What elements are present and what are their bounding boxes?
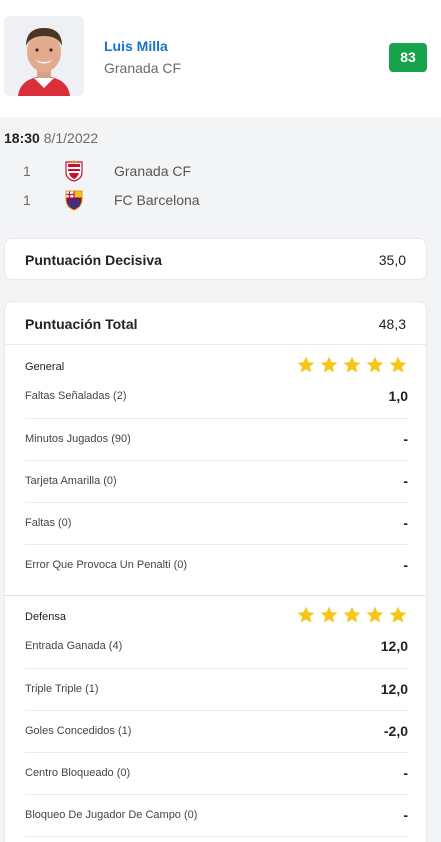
section-name: Defensa — [25, 611, 66, 623]
stat-row: Entrada Ganada (4) 12,0 — [25, 626, 408, 668]
stat-label: Bloqueo De Jugador De Campo (0) — [25, 809, 198, 821]
section-divider — [5, 595, 426, 596]
stat-value: - — [403, 515, 408, 531]
stat-value: -2,0 — [383, 723, 408, 739]
team-name: Granada CF — [114, 163, 192, 179]
stat-label: Centro Bloqueado (0) — [25, 767, 131, 779]
barcelona-crest-icon — [64, 189, 84, 211]
granada-crest-icon — [64, 160, 84, 182]
player-name[interactable]: Luis Milla — [104, 38, 168, 54]
stat-row-separator — [25, 836, 408, 842]
stat-row: Centro Bloqueado (0) - — [25, 752, 408, 794]
star-icon — [297, 356, 315, 373]
star-icon — [366, 606, 384, 623]
stat-value: - — [403, 473, 408, 489]
decisive-score-card: Puntuación Decisiva 35,0 — [4, 238, 427, 280]
star-icon — [297, 606, 315, 623]
decisive-score-value: 35,0 — [378, 252, 406, 268]
match-date: 8/1/2022 — [43, 130, 99, 146]
stat-label: Tarjeta Amarilla (0) — [25, 475, 117, 487]
star-icon — [389, 356, 407, 373]
stat-label: Goles Concedidos (1) — [25, 725, 132, 737]
stat-label: Triple Triple (1) — [25, 683, 99, 695]
star-icon — [343, 356, 361, 373]
stat-row: Bloqueo De Jugador De Campo (0) - — [25, 794, 408, 836]
section-stars — [296, 355, 408, 377]
stat-label: Entrada Ganada (4) — [25, 640, 123, 652]
stat-row: Triple Triple (1) 12,0 — [25, 668, 408, 710]
player-header: Luis Milla Granada CF 83 — [0, 0, 441, 117]
stat-value: 12,0 — [380, 681, 408, 697]
total-score-label: Puntuación Total — [25, 316, 138, 332]
stat-value: - — [403, 807, 408, 823]
player-team: Granada CF — [104, 60, 182, 76]
stat-value: - — [403, 431, 408, 447]
stat-row: Goles Concedidos (1) -2,0 — [25, 710, 408, 752]
stat-value: - — [403, 557, 408, 573]
star-icon — [320, 356, 338, 373]
star-icon — [366, 356, 384, 373]
total-score-card: Puntuación Total 48,3 General Faltas Señ… — [4, 301, 427, 842]
total-score-header: Puntuación Total 48,3 — [5, 302, 426, 345]
stat-row: Faltas Señaladas (2) 1,0 — [25, 376, 408, 418]
match-time: 18:30 — [4, 130, 40, 146]
stat-label: Faltas Señaladas (2) — [25, 390, 127, 402]
star-icon — [389, 606, 407, 623]
stat-label: Minutos Jugados (90) — [25, 433, 131, 445]
stat-label: Error Que Provoca Un Penalti (0) — [25, 559, 188, 571]
team-row-home[interactable]: 1 Granada CF — [0, 159, 441, 183]
star-icon — [343, 606, 361, 623]
star-icon — [320, 606, 338, 623]
match-datetime: 18:30 8/1/2022 — [4, 130, 98, 146]
stat-label: Faltas (0) — [25, 517, 72, 529]
stat-row: Faltas (0) - — [25, 502, 408, 544]
section-stars — [296, 605, 408, 627]
stat-value: 12,0 — [380, 638, 408, 654]
team-goals: 1 — [23, 192, 31, 208]
decisive-score-label: Puntuación Decisiva — [25, 252, 162, 268]
team-row-away[interactable]: 1 FC Barcelona — [0, 188, 441, 212]
stat-value: - — [403, 765, 408, 781]
rating-badge: 83 — [389, 43, 427, 72]
team-goals: 1 — [23, 163, 31, 179]
section-name: General — [25, 361, 65, 373]
total-score-value: 48,3 — [378, 316, 406, 332]
stat-row: Tarjeta Amarilla (0) - — [25, 460, 408, 502]
stat-row: Minutos Jugados (90) - — [25, 418, 408, 460]
stat-row: Error Que Provoca Un Penalti (0) - — [25, 544, 408, 586]
stat-value: 1,0 — [388, 388, 408, 404]
player-avatar[interactable] — [4, 16, 84, 96]
team-name: FC Barcelona — [114, 192, 200, 208]
